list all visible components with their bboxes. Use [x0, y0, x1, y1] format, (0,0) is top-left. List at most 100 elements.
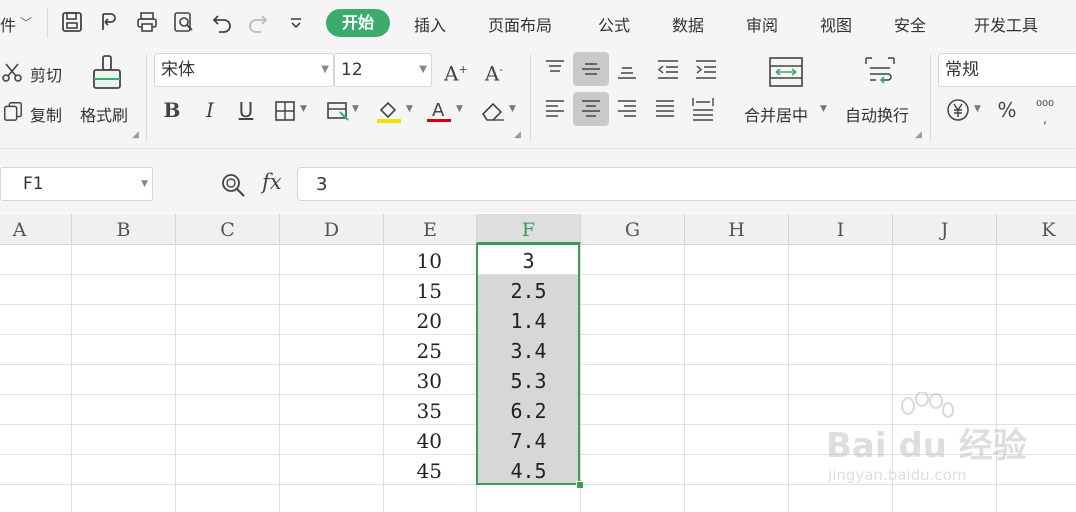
- chevron-down-icon[interactable]: ▼: [974, 104, 981, 114]
- eraser-icon[interactable]: [480, 100, 506, 122]
- undo-icon[interactable]: [210, 10, 234, 34]
- column-header-i[interactable]: I: [789, 214, 893, 244]
- chevron-down-icon[interactable]: ▼: [456, 104, 463, 114]
- format-painter-label[interactable]: 格式刷: [80, 102, 128, 126]
- chevron-down-icon[interactable]: ﹀: [20, 14, 32, 31]
- align-bottom-icon[interactable]: [616, 58, 638, 80]
- chevron-down-icon[interactable]: ▼: [300, 104, 307, 114]
- chevron-down-icon: ▼: [419, 64, 427, 75]
- cell-e3[interactable]: 20: [384, 305, 476, 335]
- align-center-icon[interactable]: [580, 98, 602, 120]
- gridline: [788, 244, 789, 512]
- format-painter-icon[interactable]: [90, 54, 124, 92]
- font-name-select[interactable]: 宋体 ▼: [154, 53, 334, 87]
- chevron-down-icon[interactable]: ▼: [141, 168, 148, 200]
- cell-e1[interactable]: 10: [384, 245, 476, 275]
- tab-view[interactable]: 视图: [820, 12, 852, 36]
- tab-developer[interactable]: 开发工具: [974, 12, 1038, 36]
- cell-e7[interactable]: 40: [384, 425, 476, 455]
- cell-e2[interactable]: 15: [384, 275, 476, 305]
- baidu-jingyan-watermark: Bai du 经验 jingyan.baidu.com: [826, 392, 1066, 492]
- gridline: [580, 244, 581, 512]
- tab-formulas[interactable]: 公式: [598, 12, 630, 36]
- font-size-select[interactable]: 12 ▼: [334, 53, 432, 87]
- save-icon[interactable]: [60, 10, 84, 34]
- bold-icon[interactable]: B: [160, 98, 184, 122]
- redo-icon[interactable]: [246, 10, 270, 34]
- font-color-icon[interactable]: A: [426, 98, 452, 124]
- fill-color-icon[interactable]: [376, 98, 402, 124]
- column-header-g[interactable]: G: [581, 214, 685, 244]
- print-preview-icon[interactable]: [172, 10, 196, 34]
- customize-toolbar-icon[interactable]: [284, 10, 308, 34]
- dialog-launcher-icon[interactable]: ◢: [132, 130, 139, 140]
- fx-icon[interactable]: fx: [262, 170, 282, 194]
- font-size-value: 12: [341, 60, 363, 80]
- column-header-d[interactable]: D: [280, 214, 384, 244]
- cell-e5[interactable]: 30: [384, 365, 476, 395]
- gridline: [175, 244, 176, 512]
- name-box[interactable]: F1 ▼: [0, 167, 153, 201]
- underline-icon[interactable]: U: [234, 98, 258, 122]
- column-header-a[interactable]: A: [0, 214, 72, 244]
- column-header-j[interactable]: J: [893, 214, 997, 244]
- column-header-b[interactable]: B: [72, 214, 176, 244]
- tab-security[interactable]: 安全: [894, 12, 926, 36]
- tab-insert[interactable]: 插入: [414, 12, 446, 36]
- thousands-separator-icon[interactable]: ⁰⁰⁰,: [1030, 94, 1060, 143]
- copy-icon[interactable]: [2, 100, 24, 122]
- column-header-f[interactable]: F: [477, 214, 581, 244]
- number-format-select[interactable]: 常规: [938, 53, 1076, 87]
- zoom-formula-icon[interactable]: [220, 172, 246, 198]
- chevron-down-icon[interactable]: ▼: [352, 104, 359, 114]
- wrap-text-icon[interactable]: [862, 56, 898, 88]
- merge-center-icon[interactable]: [768, 56, 804, 88]
- justify-icon[interactable]: [654, 98, 676, 120]
- cell-e6[interactable]: 35: [384, 395, 476, 425]
- cell-e8[interactable]: 45: [384, 455, 476, 485]
- gridline: [279, 244, 280, 512]
- menu-file-partial[interactable]: 件: [0, 12, 16, 36]
- increase-font-icon[interactable]: A+: [442, 58, 470, 86]
- align-middle-icon[interactable]: [580, 58, 602, 80]
- cut-label[interactable]: 剪切: [30, 62, 62, 86]
- decrease-indent-icon[interactable]: [656, 58, 680, 80]
- align-right-icon[interactable]: [616, 98, 638, 120]
- cell-e4[interactable]: 25: [384, 335, 476, 365]
- column-header-c[interactable]: C: [176, 214, 280, 244]
- italic-icon[interactable]: I: [198, 98, 222, 122]
- print-icon[interactable]: [135, 10, 159, 34]
- chevron-down-icon[interactable]: ▼: [509, 104, 516, 114]
- formula-input[interactable]: 3: [297, 167, 1076, 201]
- export-icon[interactable]: [98, 10, 122, 34]
- borders-icon[interactable]: [274, 100, 296, 122]
- fill-handle[interactable]: [576, 481, 584, 489]
- wrap-text-label[interactable]: 自动换行: [845, 102, 909, 126]
- scissors-icon[interactable]: [0, 60, 24, 84]
- column-header-h[interactable]: H: [685, 214, 789, 244]
- tab-review[interactable]: 审阅: [746, 12, 778, 36]
- copy-label[interactable]: 复制: [30, 102, 62, 126]
- gridline: [684, 244, 685, 512]
- dialog-launcher-icon[interactable]: ◢: [514, 130, 521, 140]
- merge-center-label[interactable]: 合并居中: [744, 102, 808, 126]
- tab-data[interactable]: 数据: [672, 12, 704, 36]
- tab-page-layout[interactable]: 页面布局: [488, 12, 552, 36]
- chevron-down-icon[interactable]: ▼: [406, 104, 413, 114]
- tab-home[interactable]: 开始: [326, 9, 390, 37]
- cell-style-icon[interactable]: [326, 100, 350, 122]
- currency-icon[interactable]: [946, 98, 970, 122]
- distributed-align-icon[interactable]: [690, 96, 716, 122]
- column-header-k[interactable]: K: [997, 214, 1076, 244]
- dialog-launcher-icon[interactable]: ◢: [915, 130, 922, 140]
- svg-text:A: A: [432, 100, 445, 121]
- increase-indent-icon[interactable]: [694, 58, 718, 80]
- chevron-down-icon[interactable]: ▼: [820, 104, 827, 114]
- font-name-value: 宋体: [161, 60, 195, 80]
- column-header-e[interactable]: E: [384, 214, 477, 244]
- percent-icon[interactable]: %: [994, 98, 1020, 122]
- align-top-icon[interactable]: [544, 58, 566, 80]
- column-headers: A B C D E F G H I J K: [0, 214, 1076, 245]
- decrease-font-icon[interactable]: A-: [480, 58, 508, 86]
- align-left-icon[interactable]: [544, 98, 566, 120]
